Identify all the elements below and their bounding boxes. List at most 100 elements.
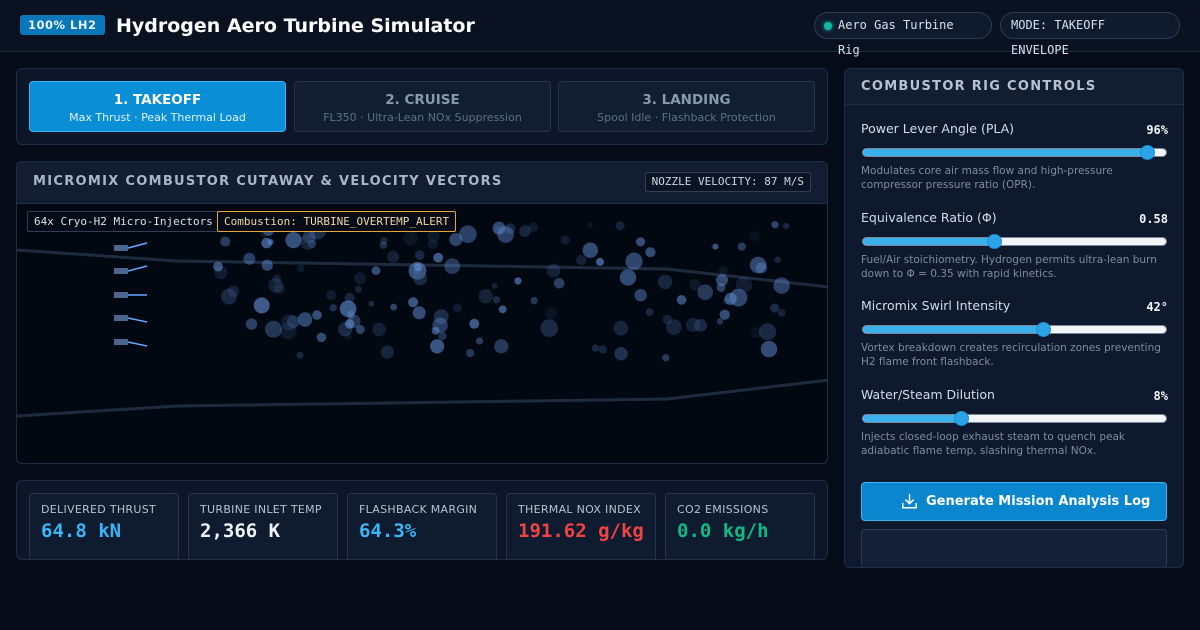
velocity-particle: [635, 237, 646, 247]
velocity-particle: [469, 318, 480, 329]
velocity-vector-particles: [213, 217, 790, 362]
velocity-particle: [326, 290, 336, 301]
velocity-particle: [494, 339, 509, 354]
slider-fill: [863, 238, 994, 245]
velocity-particle: [213, 261, 223, 272]
control-description: Injects closed-loop exhaust steam to que…: [861, 431, 1126, 457]
velocity-particle: [220, 236, 231, 247]
velocity-particle: [253, 297, 270, 314]
cutaway-header: MICROMIX COMBUSTOR CUTAWAY & VELOCITY VE…: [17, 162, 827, 204]
velocity-particle: [546, 263, 561, 278]
control-description: Modulates core air mass flow and high-pr…: [861, 165, 1113, 191]
velocity-particle: [697, 284, 713, 300]
injector-jet-vector: [127, 242, 148, 249]
slider-fill: [863, 326, 1043, 333]
velocity-particle: [625, 252, 643, 270]
velocity-particle: [475, 337, 484, 345]
velocity-particle: [412, 306, 426, 320]
control-value: 96%: [1146, 123, 1168, 137]
velocity-particle: [582, 242, 598, 258]
combustor-cutaway-panel: MICROMIX COMBUSTOR CUTAWAY & VELOCITY VE…: [16, 161, 828, 464]
injector-nozzle: [114, 315, 128, 321]
phase-tab-takeoff[interactable]: 1. TAKEOFF Max Thrust · Peak Thermal Loa…: [29, 81, 286, 132]
slider-fill: [863, 149, 1147, 156]
controls-title: COMBUSTOR RIG CONTROLS: [861, 79, 1097, 94]
metric-value: 64.8 kN: [41, 520, 122, 542]
velocity-particle: [286, 315, 300, 329]
velocity-particle: [773, 277, 790, 294]
metric-card-co2-emissions: CO2 EMISSIONS 0.0 kg/h: [665, 493, 815, 559]
slider-thumb[interactable]: [1036, 322, 1051, 337]
metric-label: TURBINE INLET TEMP: [200, 503, 322, 516]
status-dot-icon: [824, 22, 832, 30]
velocity-particle: [771, 221, 779, 229]
velocity-particle: [347, 314, 361, 329]
velocity-particle: [491, 282, 498, 289]
steam-dilution-slider[interactable]: [862, 411, 1167, 426]
injector-jet-vector: [127, 317, 148, 323]
slider-thumb[interactable]: [1140, 145, 1155, 160]
velocity-particle: [686, 317, 701, 332]
velocity-particle: [598, 345, 607, 354]
velocity-particle: [735, 276, 753, 293]
velocity-particle: [300, 234, 317, 250]
velocity-particle: [777, 309, 786, 317]
velocity-particle: [718, 266, 728, 275]
velocity-particle: [297, 312, 313, 327]
metric-value: 2,366 K: [200, 520, 281, 542]
slider-thumb[interactable]: [987, 234, 1002, 249]
velocity-particle: [545, 307, 558, 320]
velocity-particle: [414, 250, 425, 260]
metric-value: 64.3%: [359, 520, 417, 542]
velocity-particle: [492, 221, 506, 235]
combustor-liner-bottom: [17, 378, 827, 418]
download-icon: [902, 493, 917, 509]
slider-thumb[interactable]: [954, 411, 969, 426]
slider-fill: [863, 415, 961, 422]
velocity-particle: [613, 320, 629, 336]
injector-nozzle: [114, 292, 128, 298]
phase-tab-cruise[interactable]: 2. CRUISE FL350 · Ultra-Lean NOx Suppres…: [294, 81, 551, 132]
velocity-particle: [431, 326, 440, 335]
velocity-particle: [619, 269, 637, 286]
velocity-particle: [297, 264, 305, 273]
velocity-particle: [227, 285, 240, 297]
velocity-particle: [783, 222, 790, 229]
control-description: Vortex breakdown creates recirculation z…: [861, 342, 1161, 368]
equivalence-ratio-slider[interactable]: [862, 234, 1167, 249]
phase-subtitle: FL350 · Ultra-Lean NOx Suppression: [323, 111, 522, 124]
velocity-particle: [591, 344, 600, 352]
injector-jet-vector: [127, 265, 148, 272]
metric-label: DELIVERED THRUST: [41, 503, 157, 516]
cutaway-title: MICROMIX COMBUSTOR CUTAWAY & VELOCITY VE…: [33, 174, 503, 189]
combustor-controls-panel: COMBUSTOR RIG CONTROLS Power Lever Angle…: [844, 68, 1184, 568]
metric-value: 0.0 kg/h: [677, 520, 769, 542]
swirl-intensity-slider[interactable]: [862, 322, 1167, 337]
generate-log-button[interactable]: Generate Mission Analysis Log: [861, 482, 1167, 521]
velocity-particle: [372, 322, 386, 337]
velocity-particle: [444, 258, 461, 275]
velocity-particle: [760, 340, 778, 358]
velocity-particle: [390, 303, 397, 311]
control-value: 8%: [1153, 389, 1168, 403]
phase-tab-landing[interactable]: 3. LANDING Spool Idle · Flashback Protec…: [558, 81, 815, 132]
velocity-particle: [657, 274, 673, 290]
velocity-particle: [586, 221, 594, 229]
flight-phase-selector: 1. TAKEOFF Max Thrust · Peak Thermal Loa…: [16, 68, 828, 145]
phase-title: 3. LANDING: [642, 92, 731, 108]
velocity-particle: [614, 347, 628, 361]
velocity-particle: [645, 247, 656, 258]
control-value: 0.58: [1139, 212, 1168, 226]
metric-label: FLASHBACK MARGIN: [359, 503, 478, 516]
phase-subtitle: Spool Idle · Flashback Protection: [597, 111, 776, 124]
nozzle-velocity-badge: NOZZLE VELOCITY: 87 M/S: [644, 172, 811, 192]
secondary-action-button[interactable]: [861, 529, 1167, 567]
velocity-particle: [453, 303, 463, 313]
velocity-particle: [261, 259, 273, 271]
velocity-particle: [312, 310, 322, 320]
pla-slider[interactable]: [862, 145, 1167, 160]
rig-label: Aero Gas Turbine Rig: [838, 18, 954, 57]
metric-card-turbine-inlet-temp: TURBINE INLET TEMP 2,366 K: [188, 493, 338, 559]
velocity-particle: [430, 339, 445, 354]
injector-nozzle: [114, 268, 128, 274]
